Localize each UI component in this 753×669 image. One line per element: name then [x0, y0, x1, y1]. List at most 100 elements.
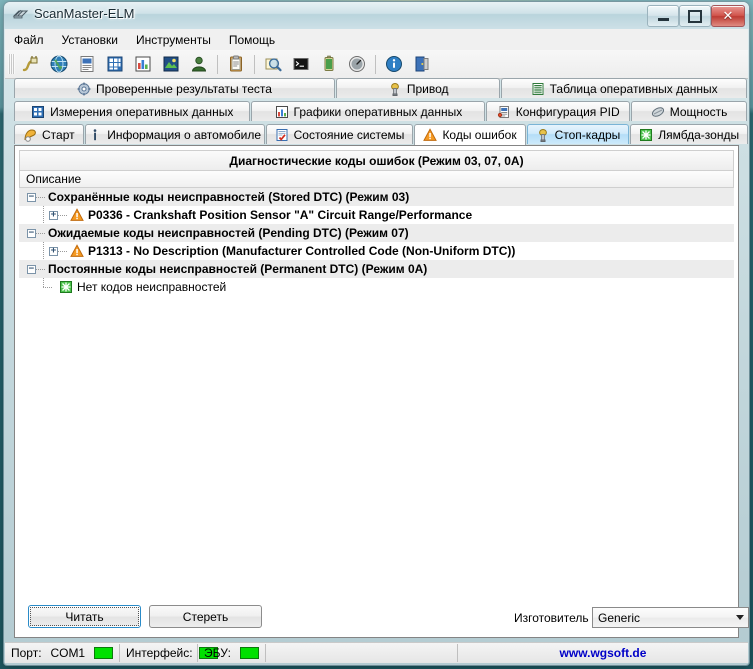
tab-test-results[interactable]: Проверенные результаты теста [14, 78, 336, 98]
warning-icon [423, 128, 438, 142]
status-interface-label: Интерфейс: [126, 646, 193, 660]
manufacturer-dropdown[interactable]: Generic [592, 607, 749, 628]
tab-live-measurements[interactable]: Измерения оперативных данных [14, 101, 251, 121]
tree-connector [43, 278, 59, 296]
status-ecu-label: ЭБУ: [204, 646, 231, 660]
status-port: Порт: COM1 [5, 644, 120, 662]
start-icon [23, 128, 37, 142]
close-button[interactable]: ✕ [711, 5, 745, 27]
minimize-icon [657, 17, 669, 21]
status-website[interactable]: www.wgsoft.de [458, 644, 748, 662]
exit-icon[interactable] [409, 51, 435, 77]
expand-expander-icon[interactable]: + [49, 210, 58, 220]
toolbar [5, 50, 748, 79]
tab-system-status[interactable]: Состояние системы [265, 124, 414, 144]
tree-connector [58, 250, 68, 252]
website-link[interactable]: www.wgsoft.de [560, 646, 647, 660]
status-port-value: COM1 [50, 646, 86, 660]
tree-group-row[interactable]: − Сохранённые коды неисправностей (Store… [19, 188, 734, 206]
toolbar-grip[interactable] [8, 54, 15, 74]
tab-error-codes[interactable]: Коды ошибок [414, 124, 526, 145]
grid-icon[interactable] [102, 51, 128, 77]
application-window: ScanMaster-ELM ✕ Файл Установки Инструме… [4, 2, 749, 665]
measurements-icon [31, 105, 45, 119]
tab-strips: Проверенные результаты теста Привод Табл… [5, 78, 749, 145]
menu-file[interactable]: Файл [5, 30, 53, 50]
tree-connector [36, 268, 46, 270]
tree-row-label: P1313 - No Description (Manufacturer Con… [88, 244, 516, 258]
status-spacer [266, 644, 458, 662]
menu-help[interactable]: Помощь [220, 30, 284, 50]
tree-dtc-row[interactable]: + P0336 - Crankshaft Position Sensor "A"… [19, 206, 734, 224]
tree-dtc-row[interactable]: + P1313 - No Description (Manufacturer C… [19, 242, 734, 260]
tab-live-graphs[interactable]: Графики оперативных данных [251, 101, 486, 121]
collapse-expander-icon[interactable]: − [27, 192, 36, 202]
tab-label: Старт [42, 127, 75, 142]
connect-icon[interactable] [18, 51, 44, 77]
user-icon[interactable] [186, 51, 212, 77]
tab-start[interactable]: Старт [14, 124, 84, 144]
column-header-description[interactable]: Описание [19, 170, 734, 188]
tree-connector [58, 214, 68, 216]
terminal-icon[interactable] [288, 51, 314, 77]
power-icon [651, 105, 665, 119]
minimize-button[interactable] [647, 5, 679, 27]
tab-power[interactable]: Мощность [631, 101, 747, 121]
tab-label: Стоп-кадры [554, 127, 621, 142]
manufacturer-label: Изготовитель [514, 611, 589, 625]
tab-freeze-frames[interactable]: Стоп-кадры [526, 124, 630, 144]
toolbar-separator [375, 54, 376, 74]
tab-row-3: Старт Информация о автомобиле Состояние … [5, 124, 749, 145]
pid-config-icon [497, 105, 511, 119]
status-port-label: Порт: [11, 646, 42, 660]
dtc-tree[interactable]: − Сохранённые коды неисправностей (Store… [19, 188, 734, 633]
status-ecu: ЭБУ: [198, 644, 266, 662]
tab-actuator[interactable]: Привод [336, 78, 501, 98]
tree-leaf-row[interactable]: Нет кодов неисправностей [19, 278, 734, 296]
globe-icon[interactable] [46, 51, 72, 77]
tab-vehicle-info[interactable]: Информация о автомобиле [84, 124, 265, 144]
tree-connector [36, 196, 46, 198]
warning-icon [70, 244, 84, 258]
status-interface: Интерфейс: [120, 644, 218, 662]
read-button[interactable]: Читать [28, 605, 141, 628]
erase-button[interactable]: Стереть [149, 605, 262, 628]
actuator-icon [388, 82, 402, 96]
tab-label: Мощность [669, 104, 728, 119]
system-status-icon [275, 128, 289, 142]
collapse-expander-icon[interactable]: − [27, 228, 36, 238]
focus-ring [30, 607, 139, 626]
tree-connector [36, 232, 46, 234]
maximize-icon [688, 9, 702, 23]
manufacturer-value: Generic [598, 610, 641, 625]
panel-title: Диагностические коды ошибок (Режим 03, 0… [19, 150, 734, 170]
tree-group-row[interactable]: − Ожидаемые коды неисправностей (Pending… [19, 224, 734, 242]
tree-row-label: Ожидаемые коды неисправностей (Pending D… [48, 226, 409, 240]
search-icon[interactable] [260, 51, 286, 77]
maximize-button[interactable] [679, 5, 711, 27]
tab-pid-config[interactable]: Конфигурация PID [486, 101, 631, 121]
battery-icon[interactable] [316, 51, 342, 77]
info-icon[interactable] [381, 51, 407, 77]
menu-settings[interactable]: Установки [53, 30, 127, 50]
collapse-expander-icon[interactable]: − [27, 264, 36, 274]
menu-tools[interactable]: Инструменты [127, 30, 220, 50]
report-icon[interactable] [74, 51, 100, 77]
image-icon[interactable] [158, 51, 184, 77]
tree-group-row[interactable]: − Постоянные коды неисправностей (Perman… [19, 260, 734, 278]
tab-lambda-probes[interactable]: Лямбда-зонды [630, 124, 749, 144]
tab-live-data-table[interactable]: Таблица оперативных данных [501, 78, 747, 98]
ecu-led-icon [240, 647, 259, 659]
tab-label: Таблица оперативных данных [549, 81, 718, 96]
port-led-icon [94, 647, 113, 659]
toolbar-separator [217, 54, 218, 74]
expand-expander-icon[interactable]: + [49, 246, 58, 256]
gauge-icon[interactable] [344, 51, 370, 77]
vehicle-info-icon [88, 128, 102, 142]
chip-icon [12, 7, 29, 23]
tree-row-label: Сохранённые коды неисправностей (Stored … [48, 190, 410, 204]
tab-label: Конфигурация PID [515, 104, 620, 119]
clipboard-icon[interactable] [223, 51, 249, 77]
chart-icon[interactable] [130, 51, 156, 77]
close-icon: ✕ [722, 8, 734, 23]
